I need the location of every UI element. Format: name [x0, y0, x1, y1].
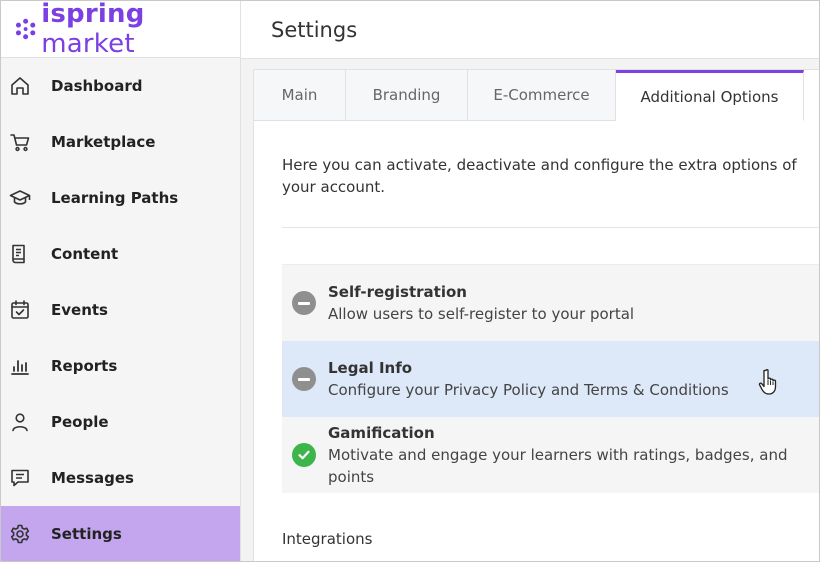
tab-main[interactable]: Main — [254, 70, 346, 121]
option-text: Legal Info Configure your Privacy Policy… — [328, 357, 729, 401]
message-icon — [9, 467, 31, 489]
option-self-registration[interactable]: Self-registration Allow users to self-re… — [282, 265, 819, 341]
sidebar-nav: Dashboard Marketplace Learning Paths Con… — [1, 58, 240, 561]
sidebar-item-messages[interactable]: Messages — [1, 450, 240, 506]
sidebar-item-label: Marketplace — [51, 133, 156, 151]
page-header: Settings — [241, 1, 819, 59]
sidebar-item-label: Reports — [51, 357, 118, 375]
sidebar-item-marketplace[interactable]: Marketplace — [1, 114, 240, 170]
option-title: Self-registration — [328, 283, 467, 301]
option-text: Gamification Motivate and engage your le… — [328, 422, 819, 488]
sidebar-item-label: Learning Paths — [51, 189, 179, 207]
section-title-integrations: Integrations — [282, 530, 373, 548]
logo-text: ispring market — [41, 0, 145, 59]
cart-icon — [9, 131, 31, 153]
option-title: Gamification — [328, 424, 435, 442]
option-gamification[interactable]: Gamification Motivate and engage your le… — [282, 417, 819, 493]
option-title: Legal Info — [328, 359, 413, 377]
options-list: Self-registration Allow users to self-re… — [282, 264, 819, 493]
sidebar: ispring market Dashboard Marketplace Lea… — [1, 0, 241, 561]
option-legal-info[interactable]: Legal Info Configure your Privacy Policy… — [282, 341, 819, 417]
page-title: Settings — [271, 18, 358, 42]
sidebar-item-settings[interactable]: Settings — [1, 506, 240, 561]
sidebar-item-label: Content — [51, 245, 119, 263]
option-description: Motivate and engage your learners with r… — [328, 446, 788, 486]
document-icon — [9, 243, 31, 265]
sidebar-item-label: Dashboard — [51, 77, 143, 95]
option-text: Self-registration Allow users to self-re… — [328, 281, 634, 325]
graduation-cap-icon — [9, 187, 31, 209]
tab-additional-options[interactable]: Additional Options — [616, 70, 804, 121]
sidebar-item-learning-paths[interactable]: Learning Paths — [1, 170, 240, 226]
divider — [282, 227, 819, 228]
logo-asterisk-icon — [15, 18, 36, 40]
tab-e-commerce[interactable]: E-Commerce — [468, 70, 616, 121]
calendar-check-icon — [9, 299, 31, 321]
option-description: Configure your Privacy Policy and Terms … — [328, 381, 729, 399]
intro-text: Here you can activate, deactivate and co… — [282, 156, 797, 196]
sidebar-item-label: Settings — [51, 525, 122, 543]
app-window: ispring market Dashboard Marketplace Lea… — [0, 0, 820, 562]
sidebar-item-people[interactable]: People — [1, 394, 240, 450]
bar-chart-icon — [9, 355, 31, 377]
sidebar-item-label: People — [51, 413, 109, 431]
logo[interactable]: ispring market — [1, 0, 240, 59]
inactive-status-icon[interactable] — [292, 367, 316, 391]
sidebar-item-events[interactable]: Events — [1, 282, 240, 338]
hand-pointer-cursor-icon — [758, 368, 777, 395]
tab-branding[interactable]: Branding — [346, 70, 468, 121]
sidebar-item-label: Events — [51, 301, 108, 319]
active-check-icon[interactable] — [292, 443, 316, 467]
sidebar-item-dashboard[interactable]: Dashboard — [1, 58, 240, 114]
person-icon — [9, 411, 31, 433]
sidebar-item-content[interactable]: Content — [1, 226, 240, 282]
main-content: Main Branding E-Commerce Additional Opti… — [241, 59, 819, 561]
gear-icon — [9, 523, 31, 545]
inactive-status-icon[interactable] — [292, 291, 316, 315]
home-icon — [9, 75, 31, 97]
sidebar-item-reports[interactable]: Reports — [1, 338, 240, 394]
settings-tabs: Main Branding E-Commerce Additional Opti… — [254, 70, 804, 121]
option-description: Allow users to self-register to your por… — [328, 305, 635, 323]
sidebar-item-label: Messages — [51, 469, 134, 487]
settings-card: Main Branding E-Commerce Additional Opti… — [253, 69, 819, 561]
